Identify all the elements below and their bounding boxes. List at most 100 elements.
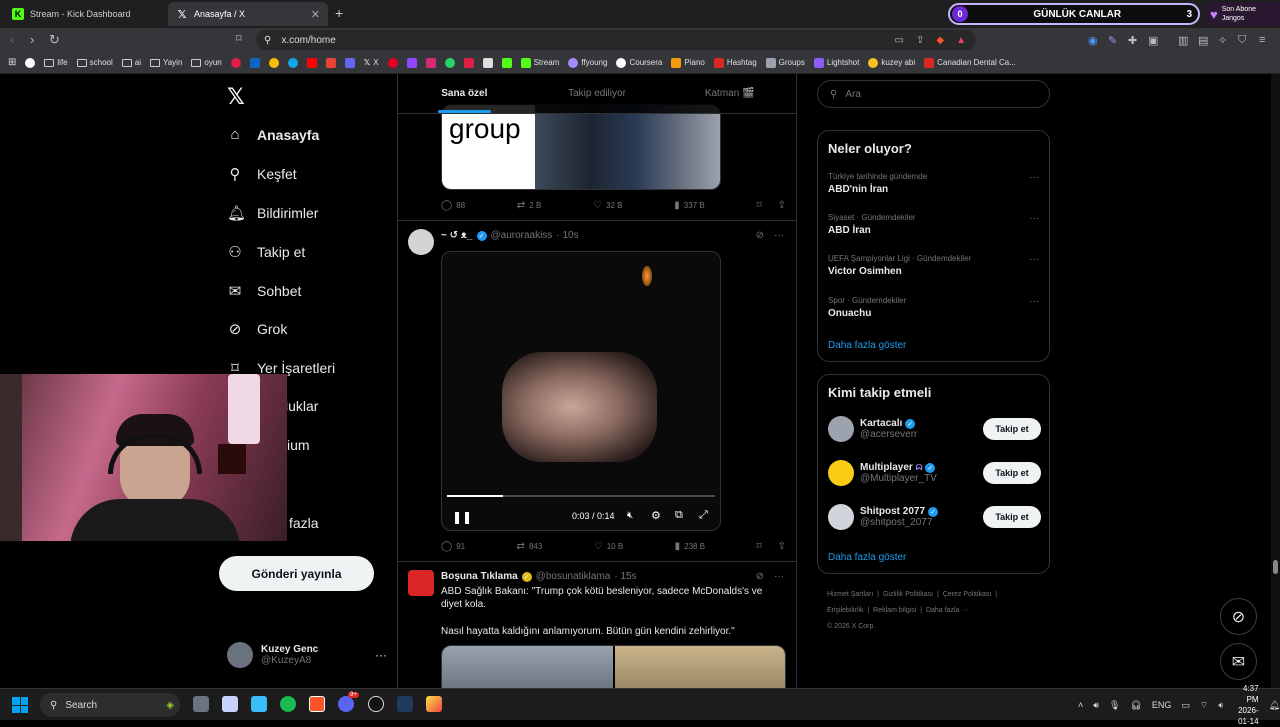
nav-more[interactable]: fazla <box>289 515 319 531</box>
nav-chat[interactable]: ✉ Sohbet <box>227 282 302 300</box>
grok-fab-icon[interactable]: ⊘ <box>1220 598 1257 635</box>
tweet-author-name[interactable]: ~ ↺ ᴥ_ <box>441 230 473 241</box>
menu-icon[interactable]: ≡ <box>1259 34 1265 46</box>
new-tab-button[interactable]: + <box>335 5 343 21</box>
bookmark-red[interactable] <box>230 57 241 68</box>
nav-premium[interactable]: ium <box>287 437 310 453</box>
bookmark-x[interactable]: 𝕏X <box>364 58 379 67</box>
like-button[interactable]: ♡ 32 B <box>593 200 622 211</box>
wifi-icon[interactable]: ⌔ <box>1200 700 1208 711</box>
mute-icon[interactable]: 🔇︎ <box>627 510 633 521</box>
nav-explore[interactable]: ⚲ Keşfet <box>227 165 297 183</box>
bookmark-instagram[interactable] <box>425 57 436 68</box>
follow-button[interactable]: Takip et <box>983 506 1041 528</box>
more-icon[interactable]: ··· <box>774 230 784 241</box>
post-button[interactable]: Gönderi yayınla <box>219 556 374 591</box>
settings-icon[interactable]: ⚙ <box>651 509 661 522</box>
bookmark-edge[interactable] <box>287 57 298 68</box>
tweet-video-player[interactable]: ❚❚ 0:03 / 0:14 🔇︎ ⚙ ⧉ ⤢ <box>441 251 721 531</box>
follow-button[interactable]: Takip et <box>983 462 1041 484</box>
trend-item[interactable]: Türkiye tarihinde gündemde ABD'nin İran … <box>828 172 1041 195</box>
google-bookmark[interactable] <box>25 57 36 68</box>
reload-icon[interactable]: ↻ <box>49 32 60 48</box>
app-icon[interactable] <box>426 696 442 712</box>
taskbar-search[interactable]: ⚲ Search ◈ <box>40 693 180 717</box>
views-button[interactable]: ▮ 238 B <box>675 541 705 552</box>
fullscreen-icon[interactable]: ⤢ <box>699 509 708 522</box>
notification-bell-icon[interactable]: 🔔︎ <box>1269 700 1280 711</box>
more-icon[interactable]: ··· <box>1029 254 1039 265</box>
bookmark-youtube[interactable] <box>306 57 317 68</box>
vpn-icon[interactable]: ⛉ <box>1238 34 1246 47</box>
bookmark-whatsapp[interactable] <box>444 57 455 68</box>
headphones-icon[interactable]: 🎧︎ <box>1130 700 1141 711</box>
language-indicator[interactable]: ENG <box>1152 700 1172 710</box>
tweet-time[interactable]: · 15s <box>614 571 636 582</box>
speaker-icon[interactable]: 🔊︎ <box>1093 700 1099 711</box>
messages-fab-icon[interactable]: ✉ <box>1220 643 1257 680</box>
obs-icon[interactable] <box>368 696 384 712</box>
photos-icon[interactable] <box>251 696 267 712</box>
wallet-icon[interactable]: ▤ <box>1198 34 1208 47</box>
bookmark-folder-life[interactable]: life <box>44 58 68 67</box>
close-tab-icon[interactable]: ✕ <box>311 8 320 21</box>
puzzle-extensions-icon[interactable]: ✚ <box>1128 34 1137 47</box>
page-scrollbar[interactable] <box>1271 74 1280 688</box>
scrollbar-thumb[interactable] <box>1273 560 1278 574</box>
follow-suggestion[interactable]: Kartacalı ✓ @acerseverr Takip et <box>828 414 1041 444</box>
nav-communities[interactable]: luklar <box>285 398 318 414</box>
bookmark-amazon[interactable] <box>482 57 493 68</box>
bookmark-hashtag[interactable]: Hashtag <box>713 57 757 68</box>
bookmark-groups[interactable]: Groups <box>765 57 805 68</box>
follow-suggestion[interactable]: Multiplayer ᗣ ✓ @Multiplayer_TV Takip et <box>828 458 1041 488</box>
address-bar[interactable]: ⚲ x.com/home ▭ ⇪ ◆ ▲ <box>256 30 976 50</box>
video-progress-track[interactable] <box>447 495 715 497</box>
bookmark-piano[interactable]: Piano <box>671 57 705 68</box>
bookmark-mail[interactable] <box>344 57 355 68</box>
reply-button[interactable]: ◯ 88 <box>441 200 465 211</box>
chevron-up-icon[interactable]: ˄ <box>1078 700 1083 710</box>
footer-link[interactable]: Çerez Politikası <box>943 591 992 598</box>
footer-link[interactable]: Erişilebilirlik <box>827 607 864 614</box>
views-button[interactable]: ▮ 337 B <box>674 200 704 211</box>
bookmark-chrome[interactable] <box>268 57 279 68</box>
bookmark-gmail[interactable] <box>325 57 336 68</box>
nav-grok[interactable]: ⊘ Grok <box>227 320 288 338</box>
footer-link[interactable]: Hizmet Şartları <box>827 591 873 598</box>
share-icon[interactable]: ⇪ <box>778 200 786 211</box>
trend-item[interactable]: Siyaset · Gündemdekiler ABD İran ··· <box>828 213 1041 236</box>
x-logo-icon[interactable]: 𝕏 <box>227 84 245 110</box>
media-icon[interactable]: ▣ <box>1148 34 1158 47</box>
bookmark-tweet-button[interactable]: ⌑ ⇪ <box>756 200 786 211</box>
bookmark-linkedin[interactable] <box>249 57 260 68</box>
tweet-author-handle[interactable]: @bosunatiklama <box>536 571 611 582</box>
forward-icon[interactable]: › <box>30 32 34 47</box>
bookmark-pinterest[interactable] <box>387 57 398 68</box>
bookmark-kuzey-abi[interactable]: kuzey abi <box>868 57 915 68</box>
brave-shields-icon[interactable]: ◆ <box>936 35 944 46</box>
bookmark-folder-school[interactable]: school <box>76 58 113 67</box>
extension-icon[interactable]: ◉ <box>1088 34 1098 47</box>
sidebar-toggle-icon[interactable]: ▥ <box>1178 34 1188 47</box>
more-icon[interactable]: ··· <box>1029 296 1039 307</box>
account-switcher[interactable]: Kuzey Genc @KuzeyA8 ··· <box>227 642 387 668</box>
grok-explain-icon[interactable]: ⊘ <box>756 230 764 241</box>
grok-explain-icon[interactable]: ⊘ <box>756 571 764 582</box>
retweet-button[interactable]: ⇄ 843 <box>517 541 543 552</box>
task-view-icon[interactable] <box>193 696 209 712</box>
tab-layer[interactable]: Katman 🎬 <box>663 74 796 113</box>
more-icon[interactable]: ··· <box>375 648 387 662</box>
site-info-icon[interactable]: ⚲ <box>264 35 271 46</box>
tweet-image-grid[interactable]: group <box>441 104 721 190</box>
more-icon[interactable]: ··· <box>1029 213 1039 224</box>
brave-rewards-icon[interactable]: ▲ <box>956 35 966 46</box>
bookmark-tweet-button[interactable]: ⌑ ⇪ <box>756 541 786 552</box>
bookmark-canadian-dental[interactable]: Canadian Dental Ca... <box>924 57 1016 68</box>
tweet-image-grid[interactable] <box>441 645 786 688</box>
bookmark-kick[interactable] <box>501 57 512 68</box>
bookmark-stream[interactable]: Stream <box>520 57 559 68</box>
bookmark-coursera[interactable]: Coursera <box>616 57 662 68</box>
tab-x-home[interactable]: 𝕏 Anasayfa / X ✕ <box>168 2 328 26</box>
like-button[interactable]: ♡ 10 B <box>594 541 623 552</box>
tweet-author-name[interactable]: Boşuna Tıklama <box>441 571 518 582</box>
